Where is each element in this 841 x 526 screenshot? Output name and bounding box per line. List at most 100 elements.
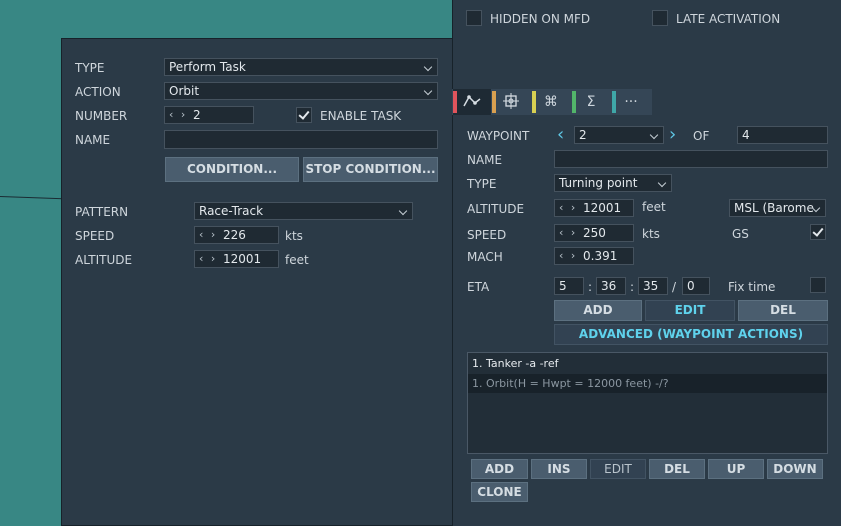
tab-command[interactable]: ⌘ — [532, 89, 570, 115]
task-name-label: NAME — [75, 133, 111, 147]
fix-time-label: Fix time — [728, 280, 776, 294]
waypoint-speed-stepper[interactable]: ‹ › 250 — [554, 224, 634, 242]
eta-day-input[interactable]: 0 — [682, 277, 710, 295]
tab-target[interactable] — [492, 89, 530, 115]
mach-label: MACH — [467, 250, 503, 264]
eta-hours-value: 5 — [559, 279, 567, 293]
waypoint-name-label: NAME — [467, 153, 503, 167]
advanced-waypoint-actions-button[interactable]: ADVANCED (WAYPOINT ACTIONS) — [554, 324, 828, 345]
task-altitude-stepper[interactable]: ‹ › 12001 — [194, 250, 279, 268]
task-altitude-value: 12001 — [223, 252, 262, 266]
eta-label: ETA — [467, 280, 490, 294]
waypoint-edit-button[interactable]: EDIT — [645, 300, 735, 321]
of-label: OF — [693, 129, 710, 143]
waypoint-type-select[interactable]: Turning point — [554, 174, 672, 192]
waypoint-name-input[interactable] — [554, 150, 828, 168]
fix-time-checkbox[interactable] — [810, 277, 826, 293]
spin-arrows-icon[interactable]: ‹ › — [559, 225, 577, 241]
action-add-button[interactable]: ADD — [471, 459, 528, 479]
list-item[interactable]: 1. Orbit(H = Hwpt = 12000 feet) -/? — [468, 374, 827, 393]
task-name-input[interactable] — [164, 130, 438, 149]
eta-seconds-value: 35 — [643, 279, 659, 293]
gs-checkbox[interactable] — [810, 224, 826, 240]
task-speed-stepper[interactable]: ‹ › 226 — [194, 226, 279, 244]
condition-button[interactable]: CONDITION... — [165, 157, 299, 182]
check-icon — [298, 108, 310, 120]
task-action-value: Orbit — [169, 84, 200, 98]
waypoint-value: 2 — [579, 128, 587, 142]
task-speed-unit: kts — [285, 229, 303, 243]
waypoint-del-button[interactable]: DEL — [738, 300, 828, 321]
waypoint-select[interactable]: 2 — [574, 126, 664, 144]
pattern-select[interactable]: Race-Track — [194, 202, 413, 220]
waypoint-type-value: Turning point — [559, 176, 638, 190]
eta-minutes-input[interactable]: 36 — [596, 277, 626, 295]
eta-seconds-input[interactable]: 35 — [638, 277, 668, 295]
waypoint-actions-list[interactable]: 1. Tanker -a -ref 1. Orbit(H = Hwpt = 12… — [467, 352, 828, 454]
eta-separator: : — [630, 280, 635, 294]
enable-task-checkbox[interactable] — [296, 107, 312, 123]
late-activation-checkbox[interactable] — [652, 10, 668, 26]
tab-sigma[interactable]: Σ — [572, 89, 610, 115]
waypoint-total-value: 4 — [742, 128, 750, 142]
eta-day-separator: / — [672, 280, 677, 294]
late-activation-label: LATE ACTIVATION — [676, 12, 781, 26]
task-altitude-unit: feet — [285, 253, 309, 267]
stop-condition-button[interactable]: STOP CONDITION... — [303, 157, 438, 182]
pattern-value: Race-Track — [199, 204, 264, 218]
task-number-value: 2 — [193, 108, 201, 122]
eta-separator: : — [588, 280, 593, 294]
waypoint-altitude-value: 12001 — [583, 201, 622, 215]
eta-day-value: 0 — [687, 279, 695, 293]
waypoint-speed-unit: kts — [642, 227, 660, 241]
task-number-label: NUMBER — [75, 109, 128, 123]
task-type-label: TYPE — [75, 61, 105, 75]
mach-value: 0.391 — [583, 249, 618, 263]
pattern-label: PATTERN — [75, 205, 129, 219]
action-clone-button[interactable]: CLONE — [471, 482, 528, 502]
action-del-button[interactable]: DEL — [649, 459, 705, 479]
hidden-on-mfd-label: HIDDEN ON MFD — [490, 12, 591, 26]
spin-arrows-icon[interactable]: ‹ › — [199, 251, 217, 267]
spin-arrows-icon[interactable]: ‹ › — [199, 227, 217, 243]
spin-arrows-icon[interactable]: ‹ › — [169, 107, 187, 123]
list-item[interactable]: 1. Tanker -a -ref — [472, 357, 558, 370]
task-speed-value: 226 — [223, 228, 246, 242]
gs-label: GS — [732, 227, 749, 241]
check-icon — [812, 225, 824, 237]
tab-route[interactable] — [453, 89, 491, 115]
waypoint-label: WAYPOINT — [467, 129, 530, 143]
chevron-left-icon[interactable]: ‹ — [557, 124, 564, 146]
enable-task-label: ENABLE TASK — [320, 109, 402, 123]
action-ins-button[interactable]: INS — [531, 459, 587, 479]
task-type-select[interactable]: Perform Task — [164, 58, 438, 76]
task-type-value: Perform Task — [169, 60, 246, 74]
eta-hours-input[interactable]: 5 — [554, 277, 584, 295]
waypoint-type-label: TYPE — [467, 177, 497, 191]
task-action-label: ACTION — [75, 85, 121, 99]
task-speed-label: SPEED — [75, 229, 115, 243]
spin-arrows-icon[interactable]: ‹ › — [559, 248, 577, 264]
spin-arrows-icon[interactable]: ‹ › — [559, 200, 577, 216]
action-edit-button[interactable]: EDIT — [590, 459, 646, 479]
more-icon: ··· — [624, 94, 638, 110]
sigma-icon: Σ — [586, 94, 596, 110]
waypoint-total: 4 — [737, 126, 828, 144]
waypoint-altitude-stepper[interactable]: ‹ › 12001 — [554, 199, 634, 217]
altitude-reference-select[interactable]: MSL (Barome — [729, 199, 826, 217]
tab-more[interactable]: ··· — [612, 89, 650, 115]
chevron-right-icon[interactable]: › — [669, 124, 676, 146]
task-altitude-label: ALTITUDE — [75, 253, 133, 267]
task-action-select[interactable]: Orbit — [164, 82, 438, 100]
waypoint-add-button[interactable]: ADD — [554, 300, 642, 321]
action-up-button[interactable]: UP — [708, 459, 764, 479]
waypoint-altitude-label: ALTITUDE — [467, 202, 525, 216]
action-down-button[interactable]: DOWN — [767, 459, 823, 479]
mach-stepper[interactable]: ‹ › 0.391 — [554, 247, 634, 265]
altitude-reference-value: MSL (Barome — [734, 201, 814, 215]
task-number-stepper[interactable]: ‹ › 2 — [164, 106, 254, 124]
route-icon — [453, 93, 491, 114]
waypoint-speed-value: 250 — [583, 226, 606, 240]
hidden-on-mfd-checkbox[interactable] — [466, 10, 482, 26]
eta-minutes-value: 36 — [601, 279, 617, 293]
